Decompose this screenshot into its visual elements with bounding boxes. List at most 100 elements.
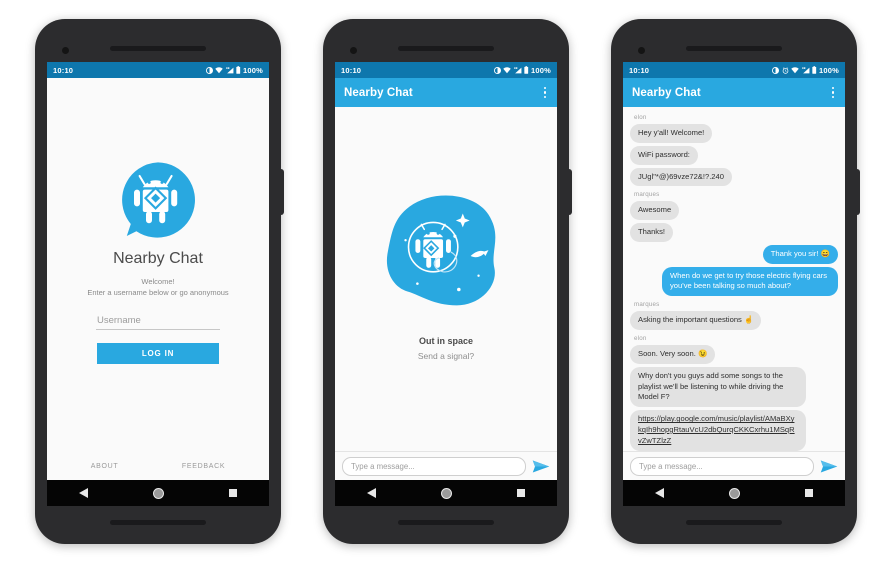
login-button[interactable]: LOG IN bbox=[97, 342, 219, 364]
app-bar-title: Nearby Chat bbox=[632, 86, 701, 99]
empty-state-subtitle: Send a signal? bbox=[417, 350, 475, 361]
screen-empty-chat: 10:10 100% Nearby Chat Out in space Send… bbox=[335, 62, 557, 506]
login-footer: ABOUT FEEDBACK bbox=[47, 463, 269, 470]
kebab-menu-icon[interactable] bbox=[542, 84, 549, 102]
message-row: https://play.google.com/music/playlist/A… bbox=[630, 410, 838, 451]
battery-icon bbox=[524, 66, 529, 74]
nav-recents-icon[interactable] bbox=[228, 489, 237, 497]
bottom-speaker bbox=[110, 520, 206, 525]
dnd-icon bbox=[772, 66, 780, 74]
message-bubble: Soon. Very soon. 😉 bbox=[630, 345, 716, 364]
nav-recents-icon[interactable] bbox=[804, 489, 813, 497]
nearby-chat-logo-icon bbox=[122, 162, 195, 238]
status-bar: 10:10 100% bbox=[47, 62, 269, 78]
app-bar-title: Nearby Chat bbox=[344, 86, 413, 99]
message-bubble: Thank you sir! 😄 bbox=[762, 244, 838, 264]
message-composer bbox=[335, 451, 557, 480]
message-row: Soon. Very soon. 😉 bbox=[630, 345, 838, 364]
signal-icon bbox=[513, 66, 521, 73]
message-row: WiFi password: bbox=[630, 145, 838, 165]
message-input[interactable] bbox=[342, 456, 526, 476]
welcome-text: Welcome! Enter a username below or go an… bbox=[87, 277, 228, 299]
message-list[interactable]: elon Hey y'all! Welcome! WiFi password: JUg… bbox=[623, 107, 845, 451]
status-bar-time: 10:10 bbox=[53, 65, 74, 75]
message-row: Thank you sir! 😄 bbox=[630, 244, 838, 264]
message-bubble: Thanks! bbox=[630, 223, 674, 242]
about-link[interactable]: ABOUT bbox=[91, 463, 119, 470]
login-content: Nearby Chat Welcome! Enter a username be… bbox=[47, 78, 269, 480]
message-sender-label: elon bbox=[634, 335, 647, 343]
message-row: When do we get to try those electric fly… bbox=[630, 266, 838, 297]
message-bubble: Hey y'all! Welcome! bbox=[630, 124, 713, 143]
message-sender-label: elon bbox=[634, 114, 647, 121]
message-bubble: Awesome bbox=[630, 201, 680, 221]
wifi-icon bbox=[215, 66, 223, 73]
nav-back-icon[interactable] bbox=[367, 488, 377, 498]
send-icon[interactable] bbox=[532, 459, 550, 474]
welcome-line-2: Enter a username below or go anonymous bbox=[87, 287, 229, 297]
nav-home-icon[interactable] bbox=[440, 487, 452, 499]
dnd-icon bbox=[205, 66, 213, 74]
message-row: JUgl"*@)69vze72&!?.240 bbox=[630, 167, 838, 187]
android-nav-bar bbox=[47, 480, 269, 506]
empty-state-title: Out in space bbox=[418, 335, 473, 346]
screen-chat: 10:10 100% Nearby Chat elon Hey y'all! W… bbox=[623, 62, 845, 506]
message-bubble: Why don't you guys add some songs to the… bbox=[630, 366, 806, 408]
phone-device-empty-chat: 10:10 100% Nearby Chat Out in space Send… bbox=[323, 19, 572, 544]
android-nav-bar bbox=[335, 480, 557, 506]
dnd-icon bbox=[493, 66, 501, 74]
nav-home-icon[interactable] bbox=[152, 487, 164, 499]
message-row: Hey y'all! Welcome! bbox=[630, 124, 838, 143]
message-sender-label: marques bbox=[634, 191, 660, 199]
message-composer bbox=[623, 451, 845, 480]
status-bar-icons: 100% bbox=[205, 65, 263, 75]
message-bubble: JUgl"*@)69vze72&!?.240 bbox=[630, 167, 732, 187]
nav-home-icon[interactable] bbox=[728, 487, 740, 499]
front-camera-icon bbox=[62, 47, 69, 54]
phone-device-login: 10:10 100% Nearby Chat Welcome! Enter a … bbox=[35, 19, 284, 544]
battery-icon bbox=[812, 66, 817, 74]
wifi-icon bbox=[503, 66, 511, 73]
message-row: Awesome bbox=[630, 201, 838, 221]
screen-login: 10:10 100% Nearby Chat Welcome! Enter a … bbox=[47, 62, 269, 506]
kebab-menu-icon[interactable] bbox=[830, 84, 837, 102]
android-nav-bar bbox=[623, 480, 845, 506]
app-bar: Nearby Chat bbox=[335, 78, 557, 107]
message-input[interactable] bbox=[630, 456, 814, 476]
feedback-link[interactable]: FEEDBACK bbox=[182, 463, 225, 470]
wifi-icon bbox=[791, 66, 799, 73]
status-bar-time: 10:10 bbox=[629, 65, 650, 75]
status-bar-icons: 100% bbox=[772, 66, 839, 75]
message-sender-label: marques bbox=[634, 301, 660, 309]
message-bubble: Asking the important questions ☝️ bbox=[630, 311, 762, 331]
earpiece-speaker bbox=[398, 46, 494, 51]
status-bar-time: 10:10 bbox=[341, 65, 362, 75]
earpiece-speaker bbox=[110, 46, 206, 51]
nav-back-icon[interactable] bbox=[79, 488, 89, 498]
nav-back-icon[interactable] bbox=[655, 488, 665, 498]
username-input[interactable] bbox=[96, 312, 220, 330]
app-bar: Nearby Chat bbox=[623, 78, 845, 107]
status-bar: 10:10 100% bbox=[335, 62, 557, 78]
battery-percent: 100% bbox=[531, 65, 551, 75]
phone-mockup-stage: 10:10 100% Nearby Chat Welcome! Enter a … bbox=[0, 0, 892, 563]
message-bubble-link[interactable]: https://play.google.com/music/playlist/A… bbox=[630, 410, 806, 451]
battery-percent: 100% bbox=[819, 65, 839, 75]
bottom-speaker bbox=[686, 520, 782, 525]
front-camera-icon bbox=[350, 47, 357, 54]
message-bubble: WiFi password: bbox=[630, 145, 698, 165]
status-bar-icons: 100% bbox=[493, 65, 551, 75]
battery-percent: 100% bbox=[243, 65, 263, 75]
empty-state: Out in space Send a signal? bbox=[335, 107, 557, 451]
phone-device-chat: 10:10 100% Nearby Chat elon Hey y'all! W… bbox=[611, 19, 860, 544]
send-icon[interactable] bbox=[820, 459, 838, 474]
signal-icon bbox=[801, 66, 809, 73]
earpiece-speaker bbox=[686, 46, 782, 51]
status-bar: 10:10 100% bbox=[623, 62, 845, 78]
astronaut-android-illustration-icon bbox=[386, 194, 496, 305]
message-bubble: When do we get to try those electric fly… bbox=[662, 266, 838, 297]
bottom-speaker bbox=[398, 520, 494, 525]
front-camera-icon bbox=[638, 47, 645, 54]
nav-recents-icon[interactable] bbox=[516, 489, 525, 497]
signal-icon bbox=[225, 66, 233, 73]
